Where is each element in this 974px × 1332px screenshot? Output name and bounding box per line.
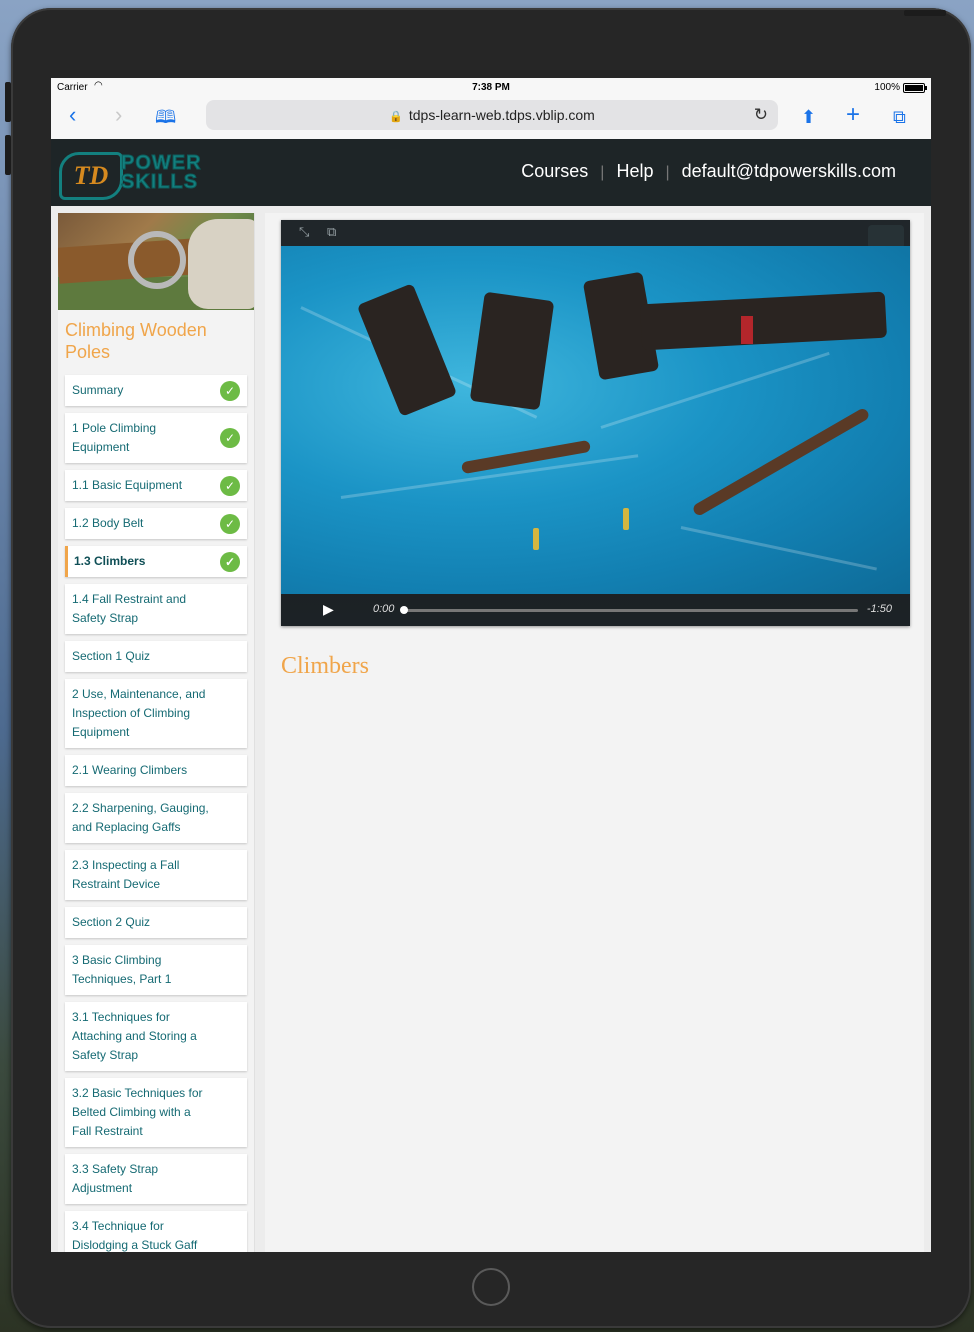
gaff-center [623,508,629,530]
lesson-label: 3.3 Safety Strap Adjustment [72,1162,159,1195]
climber-strap [639,291,888,351]
lesson-label: 1.3 Climbers [74,554,146,568]
lesson-item[interactable]: 3.4 Technique for Dislodging a Stuck Gaf… [65,1211,247,1252]
nav-account[interactable]: default@tdpowerskills.com [682,161,896,181]
remaining-time: -1:50 [866,603,892,615]
nav-help[interactable]: Help [616,161,653,181]
power-button [904,10,946,16]
site-logo[interactable]: TD POWER SKILLS [59,152,229,200]
home-button[interactable] [472,1268,510,1306]
fullscreen-icon[interactable]: ⤡ [299,224,309,240]
lesson-item[interactable]: 1.4 Fall Restraint and Safety Strap [65,584,247,634]
clock: 7:38 PM [472,82,510,93]
battery-percentage: 100% [874,82,900,93]
course-thumbnail [58,213,254,310]
picture-in-picture-icon[interactable]: ⧉ [327,224,336,240]
lesson-label: 1.1 Basic Equipment [72,478,183,492]
check-icon: ✓ [220,513,240,534]
climber-leg-right [691,406,871,518]
course-sidebar: Climbing Wooden Poles Summary ✓ 1 Pole Cli… [58,213,255,1252]
lesson-item[interactable]: Summary ✓ [65,375,247,406]
volume-down-button [5,135,11,175]
lesson-item[interactable]: 2 Use, Maintenance, and Inspection of Cl… [65,679,247,748]
strap-label [741,316,753,344]
url-text: tdps-learn-web.tdps.vblip.com [408,107,595,123]
lesson-label: Section 2 Quiz [72,915,151,929]
site-header: TD POWER SKILLS Courses | Help | default@tdp… [51,139,931,206]
lesson-title: Climbers [281,653,369,679]
gaff-left [533,528,539,550]
lesson-label: 3.2 Basic Techniques for Belted Climbing… [72,1086,203,1138]
lesson-item[interactable]: 3 Basic Climbing Techniques, Part 1 [65,945,247,995]
lesson-item[interactable]: 2.2 Sharpening, Gauging, and Replacing G… [65,793,247,843]
logo-mark: TD [59,152,123,200]
lesson-item[interactable]: Section 1 Quiz [65,641,247,672]
lesson-label: 3.4 Technique for Dislodging a Stuck Gaf… [72,1219,198,1252]
video-topbar: ⤡ ⧉ [281,220,910,249]
video-controls: ▶ 0:00 -1:50 [281,594,910,626]
lesson-label: 1.2 Body Belt [72,516,144,530]
lesson-item[interactable]: 1.1 Basic Equipment ✓ [65,470,247,501]
lesson-item[interactable]: 3.3 Safety Strap Adjustment [65,1154,247,1204]
lesson-item[interactable]: 1 Pole Climbing Equipment ✓ [65,413,247,463]
lesson-item[interactable]: 1.2 Body Belt ✓ [65,508,247,539]
climber-pad-left [356,283,458,417]
lesson-label: 2.2 Sharpening, Gauging, and Replacing G… [72,801,209,834]
lesson-label: Section 1 Quiz [72,649,151,663]
play-icon[interactable]: ▶ [323,601,334,618]
lesson-label: 2.3 Inspecting a Fall Restraint Device [72,858,180,891]
progress-handle[interactable] [400,606,408,614]
nav-divider: | [665,164,670,181]
new-tab-icon[interactable]: + [846,102,860,128]
lesson-label: 2 Use, Maintenance, and Inspection of Cl… [72,687,206,739]
lesson-list: Summary ✓ 1 Pole Climbing Equipment ✓ 1.1 Ba… [65,375,247,1252]
browser-toolbar: ‹ › 🕮 🔒 tdps-learn-web.tdps.vblip.com ↻ ⬆… [51,96,931,140]
bookmarks-icon[interactable]: 🕮 [155,104,176,130]
check-icon: ✓ [220,428,240,448]
content-area: Climbing Wooden Poles Summary ✓ 1 Pole Cli… [51,206,931,1252]
lesson-item[interactable]: 2.1 Wearing Climbers [65,755,247,786]
lesson-item[interactable]: Section 2 Quiz [65,907,247,938]
lesson-label: 3.1 Techniques for Attaching and Storing… [72,1010,197,1062]
nav-divider: | [600,164,605,181]
lesson-label: 2.1 Wearing Climbers [72,763,188,777]
climber-pad-center [469,291,555,411]
lock-icon: 🔒 [389,111,403,123]
reload-icon[interactable]: ↻ [754,100,768,130]
check-icon: ✓ [220,475,240,496]
check-icon: ✓ [220,380,240,401]
battery-icon [903,83,927,93]
lesson-label: 3 Basic Climbing Techniques, Part 1 [72,953,172,986]
logo-line2: SKILLS [120,171,199,194]
tabs-icon[interactable]: ⧉ [893,104,906,130]
lesson-item[interactable]: 3.1 Techniques for Attaching and Storing… [65,1002,247,1071]
volume-up-button [5,82,11,122]
main-nav: Courses | Help | default@tdpowerskills.com [521,161,896,182]
forward-icon[interactable]: › [115,102,122,128]
video-frame[interactable] [281,246,910,594]
main-panel: ⤡ ⧉ ▶ 0:00 -1:50 Climbers [265,213,924,1252]
progress-bar[interactable] [400,606,858,614]
lesson-label: 1 Pole Climbing Equipment [72,421,157,454]
course-title: Climbing Wooden Poles [65,320,207,362]
check-icon: ✓ [220,551,240,572]
share-icon[interactable]: ⬆ [801,104,816,130]
back-icon[interactable]: ‹ [69,102,76,128]
lesson-label: Summary [72,383,124,397]
nav-courses[interactable]: Courses [521,161,588,181]
lesson-item[interactable]: 3.2 Basic Techniques for Belted Climbing… [65,1078,247,1147]
screen: Carrier ◠ 7:38 PM 100% ‹ › 🕮 🔒 tdps-learn… [51,78,931,1252]
lesson-item[interactable]: 1.3 Climbers ✓ [65,546,247,577]
lesson-label: 1.4 Fall Restraint and Safety Strap [72,592,187,625]
lesson-item[interactable]: 2.3 Inspecting a Fall Restraint Device [65,850,247,900]
current-time: 0:00 [373,603,395,615]
status-bar: Carrier ◠ 7:38 PM 100% [51,78,931,96]
video-player[interactable]: ⤡ ⧉ ▶ 0:00 -1:50 [281,220,910,626]
address-bar[interactable]: 🔒 tdps-learn-web.tdps.vblip.com ↻ [206,100,778,130]
